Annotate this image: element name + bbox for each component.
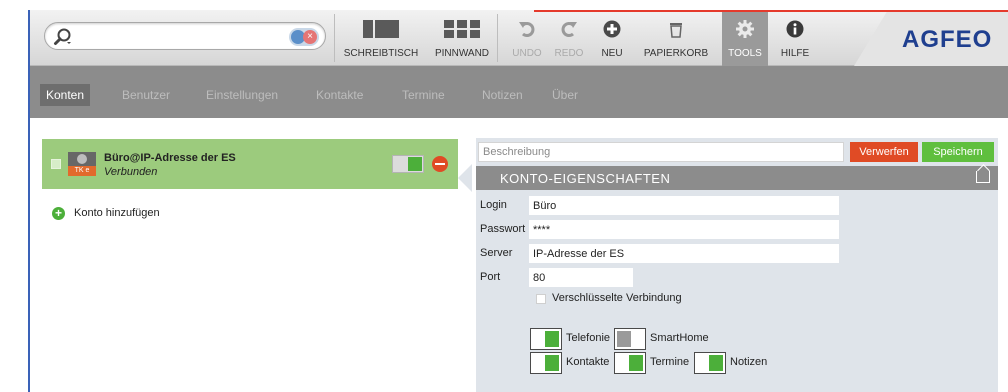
pinnwand-label: PINNWAND bbox=[434, 48, 490, 59]
port-label: Port bbox=[480, 271, 501, 283]
save-button[interactable]: Speichern bbox=[922, 142, 994, 162]
description-input[interactable] bbox=[478, 142, 844, 162]
account-enable-toggle[interactable] bbox=[392, 155, 424, 173]
tab-kontakte[interactable]: Kontakte bbox=[310, 84, 369, 106]
notizen-toggle[interactable] bbox=[694, 352, 726, 374]
kontakte-toggle[interactable] bbox=[530, 352, 562, 374]
collapse-icon[interactable] bbox=[976, 171, 990, 183]
password-row: Passwort bbox=[476, 220, 846, 240]
telefonie-service: Telefonie bbox=[530, 328, 610, 350]
tab-notizen[interactable]: Notizen bbox=[476, 84, 529, 106]
desk-icon bbox=[363, 20, 399, 38]
toolbar-divider bbox=[497, 14, 498, 62]
login-row: Login bbox=[476, 196, 846, 216]
pinnwand-button[interactable]: PINNWAND bbox=[428, 10, 496, 66]
discard-button[interactable]: Verwerfen bbox=[850, 142, 918, 162]
gear-icon bbox=[736, 20, 754, 38]
neu-button[interactable]: NEU bbox=[592, 10, 632, 66]
kontakte-service: Kontakte bbox=[530, 352, 610, 374]
tab-einstellungen[interactable]: Einstellungen bbox=[200, 84, 284, 106]
description-row: Verwerfen Speichern bbox=[476, 138, 998, 164]
tab-benutzer[interactable]: Benutzer bbox=[116, 84, 176, 106]
login-label: Login bbox=[480, 199, 507, 211]
notizen-label: Notizen bbox=[730, 356, 768, 368]
kontakte-label: Kontakte bbox=[566, 356, 610, 368]
port-row: Port bbox=[476, 268, 676, 288]
server-label: Server bbox=[480, 247, 513, 259]
account-logo-text: TK e bbox=[68, 166, 96, 176]
tab-konten[interactable]: Konten bbox=[40, 84, 91, 106]
login-input[interactable] bbox=[529, 196, 839, 215]
account-select-checkbox[interactable] bbox=[51, 159, 61, 169]
accounts-panel: TK e Büro@IP-Adresse der ES Verbunden + … bbox=[30, 124, 458, 392]
app-window: × SCHREIBTISCH PINNWAND UNDO REDO NEU PA… bbox=[0, 0, 1008, 392]
remove-account-icon[interactable] bbox=[432, 156, 448, 172]
encrypted-connection-label: Verschlüsselte Verbindung bbox=[552, 292, 682, 304]
tools-button[interactable]: TOOLS bbox=[722, 10, 768, 66]
password-input[interactable] bbox=[529, 220, 839, 239]
tab-ueber[interactable]: Über bbox=[546, 84, 584, 106]
hilfe-label: HILFE bbox=[780, 48, 810, 59]
smarthome-service: SmartHome bbox=[614, 328, 714, 350]
smarthome-toggle[interactable] bbox=[614, 328, 646, 350]
undo-icon bbox=[519, 22, 535, 37]
server-row: Server bbox=[476, 244, 846, 264]
detail-pointer bbox=[458, 164, 472, 192]
schreibtisch-button[interactable]: SCHREIBTISCH bbox=[336, 10, 426, 66]
account-list-item[interactable]: TK e Büro@IP-Adresse der ES Verbunden bbox=[42, 139, 458, 189]
termine-label: Termine bbox=[650, 356, 690, 368]
tab-termine[interactable]: Termine bbox=[396, 84, 451, 106]
port-input[interactable] bbox=[529, 268, 633, 287]
password-label: Passwort bbox=[480, 223, 526, 235]
redo-button[interactable]: REDO bbox=[548, 10, 590, 66]
redo-label: REDO bbox=[554, 48, 584, 59]
notizen-service: Notizen bbox=[694, 352, 774, 374]
grid-icon bbox=[444, 20, 480, 38]
info-icon bbox=[786, 20, 804, 38]
hilfe-button[interactable]: HILFE bbox=[772, 10, 818, 66]
encrypted-connection-checkbox[interactable] bbox=[536, 294, 546, 304]
account-name: Büro@IP-Adresse der ES bbox=[104, 152, 236, 164]
tk-server-icon: TK e bbox=[68, 152, 96, 176]
neu-label: NEU bbox=[601, 48, 623, 59]
search-input[interactable] bbox=[79, 27, 279, 47]
brand-area: AGFEO bbox=[854, 10, 1008, 66]
brand-logo: AGFEO bbox=[902, 26, 993, 53]
undo-button[interactable]: UNDO bbox=[506, 10, 548, 66]
plus-circle-icon bbox=[603, 20, 621, 38]
undo-label: UNDO bbox=[512, 48, 542, 59]
smarthome-label: SmartHome bbox=[650, 332, 709, 344]
account-detail-panel: Verwerfen Speichern KONTO-EIGENSCHAFTEN … bbox=[476, 138, 998, 392]
toolbar-divider bbox=[334, 14, 335, 62]
telefonie-label: Telefonie bbox=[566, 332, 611, 344]
toolbar-accent-line bbox=[534, 10, 1008, 12]
server-input[interactable] bbox=[529, 244, 839, 263]
main-nav: Konten Benutzer Einstellungen Kontakte T… bbox=[30, 66, 1008, 118]
redo-icon bbox=[561, 22, 577, 37]
toolbar: × SCHREIBTISCH PINNWAND UNDO REDO NEU PA… bbox=[30, 10, 1008, 66]
section-title: KONTO-EIGENSCHAFTEN bbox=[500, 171, 671, 186]
search-box[interactable]: × bbox=[44, 22, 326, 50]
account-status: Verbunden bbox=[104, 166, 158, 178]
tools-label: TOOLS bbox=[728, 48, 762, 59]
plus-circle-icon: + bbox=[52, 207, 65, 220]
section-header: KONTO-EIGENSCHAFTEN bbox=[476, 166, 998, 190]
search-clear-icon[interactable]: × bbox=[289, 28, 319, 46]
papierkorb-label: PAPIERKORB bbox=[643, 48, 709, 59]
papierkorb-button[interactable]: PAPIERKORB bbox=[634, 10, 718, 66]
search-icon[interactable] bbox=[53, 27, 73, 47]
add-account-label: Konto hinzufügen bbox=[74, 207, 160, 219]
termine-service: Termine bbox=[614, 352, 694, 374]
termine-toggle[interactable] bbox=[614, 352, 646, 374]
telefonie-toggle[interactable] bbox=[530, 328, 562, 350]
schreibtisch-label: SCHREIBTISCH bbox=[343, 48, 419, 59]
trash-icon bbox=[670, 23, 682, 38]
